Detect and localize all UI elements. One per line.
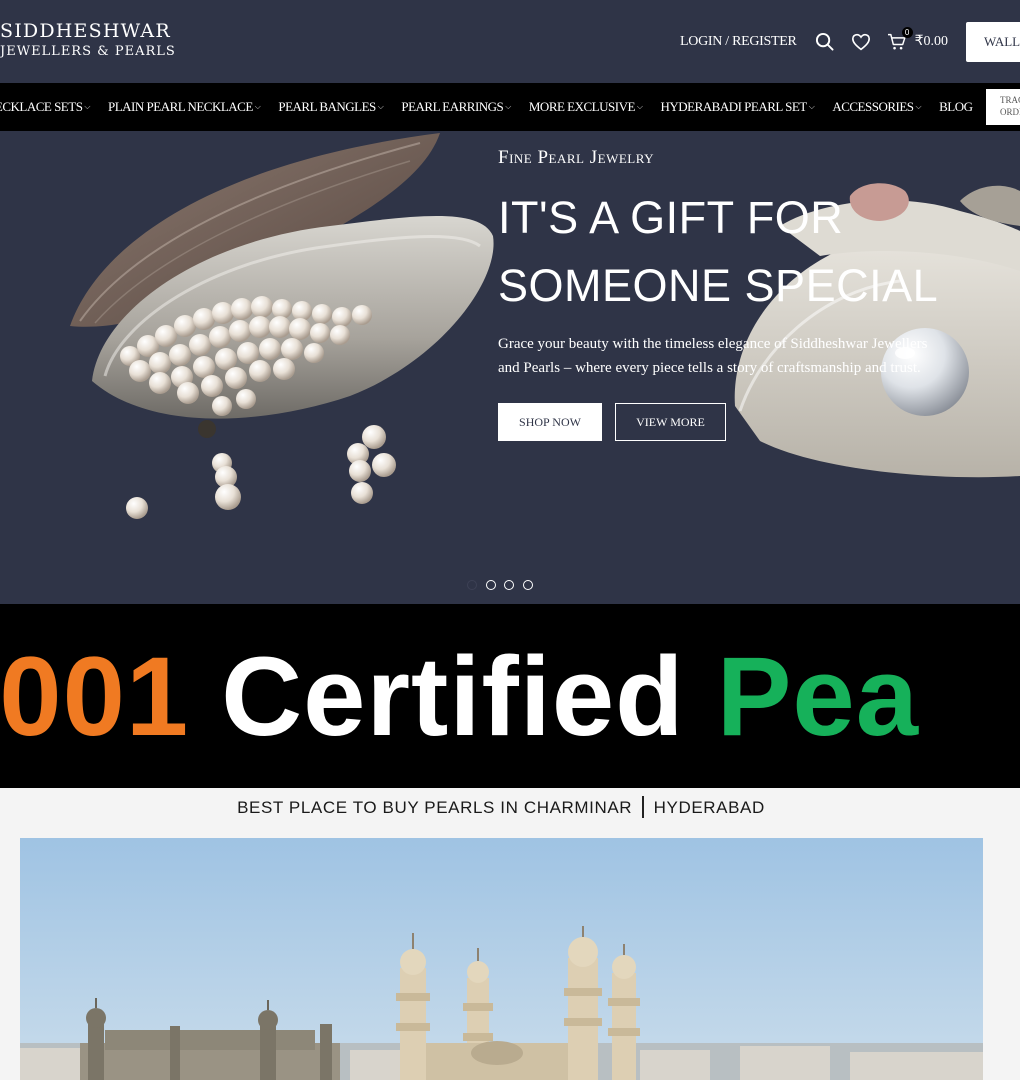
hero-subtitle: Fine Pearl Jewelry [498, 147, 655, 168]
banner-text: 9001 Certified Pea [0, 632, 919, 762]
banner-text-white: Certified [221, 634, 685, 759]
slider-pagination [467, 580, 541, 590]
hero-content: Fine Pearl Jewelry IT'S A GIFT FOR SOMEO… [498, 147, 968, 441]
cart-icon[interactable]: 0 [887, 26, 913, 52]
nav-item-hyderabadi-pearl-set[interactable]: HYDERABADI PEARL SET ⌵ [660, 99, 814, 115]
nav-item-accessories[interactable]: ACCESSORIES ⌵ [832, 99, 921, 115]
slider-dot-4[interactable] [522, 580, 533, 590]
charminar-cityscape-image [20, 838, 983, 1080]
hero-buttons: SHOP NOW VIEW MORE [498, 403, 968, 441]
login-register-link[interactable]: LOGIN / REGISTER [680, 34, 797, 50]
view-more-button[interactable]: VIEW MORE [615, 403, 726, 441]
logo-line-2: JEWELLERS & PEARLS [0, 44, 176, 59]
slider-dot-2[interactable] [485, 580, 496, 590]
nav-label: BLOG [939, 99, 973, 114]
chevron-down-icon: ⌵ [254, 102, 261, 111]
nav-menu: NECKLACE SETS⌵ PLAIN PEARL NECKLACE⌵ PEA… [0, 99, 990, 115]
shop-now-button[interactable]: SHOP NOW [498, 403, 602, 441]
search-icon[interactable] [815, 32, 835, 52]
nav-label: PEARL BANGLES [278, 99, 376, 114]
hero-slider: Fine Pearl Jewelry IT'S A GIFT FOR SOMEO… [0, 131, 1020, 604]
nav-label: ACCESSORIES [832, 99, 914, 114]
nav-item-pearl-earrings[interactable]: PEARL EARRINGS ⌵ [401, 99, 511, 115]
site-logo[interactable]: SIDDHESHWAR JEWELLERS & PEARLS [0, 20, 176, 59]
nav-item-more-exclusive[interactable]: MORE EXCLUSIVE ⌵ [529, 99, 643, 115]
tagline-right: HYDERABAD [653, 798, 765, 817]
iso-certified-banner: 9001 Certified Pea [0, 604, 1020, 788]
track-order-button[interactable]: TRACK ORDER [986, 89, 1020, 125]
main-navigation: NECKLACE SETS⌵ PLAIN PEARL NECKLACE⌵ PEA… [0, 83, 1020, 131]
nav-item-blog[interactable]: BLOG [939, 99, 973, 115]
chevron-down-icon: ⌵ [636, 102, 643, 111]
site-header: SIDDHESHWAR JEWELLERS & PEARLS LOGIN / R… [0, 0, 1020, 83]
cart-count-badge: 0 [901, 26, 913, 38]
hero-title-line-1: IT'S A GIFT FOR [498, 192, 844, 243]
nav-label: MORE EXCLUSIVE [528, 99, 636, 114]
chevron-down-icon: ⌵ [808, 102, 815, 111]
logo-line-1: SIDDHESHWAR [0, 20, 171, 42]
chevron-down-icon: ⌵ [377, 102, 384, 111]
hero-title-line-2: SOMEONE SPECIAL [498, 260, 939, 311]
nav-item-pearl-bangles[interactable]: PEARL BANGLES ⌵ [278, 99, 383, 115]
wallet-button[interactable]: WALLET [966, 21, 1020, 62]
chevron-down-icon: ⌵ [505, 102, 511, 111]
tagline-left: BEST PLACE TO BUY PEARLS IN CHARMINAR [237, 798, 633, 817]
banner-text-orange: 9001 [0, 634, 190, 759]
section-tagline: BEST PLACE TO BUY PEARLS IN CHARMINAR HYD… [0, 796, 1002, 818]
hero-description: Grace your beauty with the timeless eleg… [498, 336, 928, 376]
nav-label: HYDERABADI PEARL SET [660, 99, 807, 114]
banner-text-green: Pea [716, 634, 919, 759]
tagline-divider [642, 796, 644, 818]
slider-dot-1[interactable] [467, 580, 477, 590]
nav-label: NECKLACE SETS [0, 99, 83, 114]
cart-total[interactable]: ₹0.00 [915, 33, 948, 50]
wishlist-heart-icon[interactable] [851, 32, 871, 52]
cityscape-illustration [20, 838, 983, 1080]
hero-title: IT'S A GIFT FOR SOMEONE SPECIAL [498, 184, 968, 320]
nav-label: PLAIN PEARL NECKLACE [108, 99, 253, 114]
chevron-down-icon: ⌵ [84, 102, 90, 111]
nav-label: PEARL EARRINGS [401, 99, 504, 114]
header-actions: LOGIN / REGISTER 0 ₹0.00 WALLET [680, 0, 1020, 83]
slider-dot-3[interactable] [504, 580, 514, 590]
nav-item-plain-pearl-necklace[interactable]: PLAIN PEARL NECKLACE ⌵ [108, 99, 261, 115]
nav-item-necklace-sets[interactable]: NECKLACE SETS⌵ [0, 99, 90, 115]
chevron-down-icon: ⌵ [915, 102, 922, 111]
